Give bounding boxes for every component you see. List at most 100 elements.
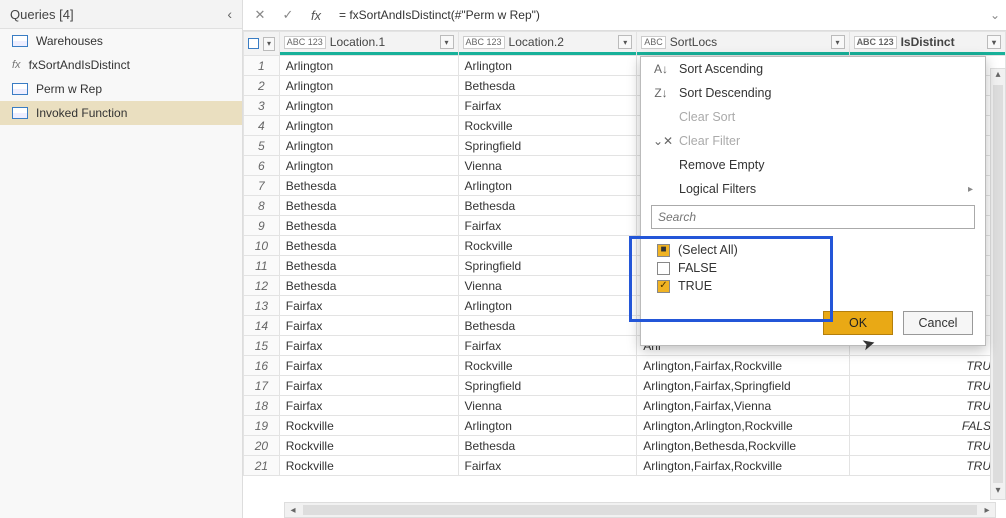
vertical-scrollbar[interactable]: ▴ ▾ — [990, 68, 1006, 500]
cell-isdistinct[interactable]: TRUE — [849, 456, 1005, 476]
row-number-cell[interactable]: 16 — [244, 356, 280, 376]
cell-location2[interactable]: Bethesda — [458, 436, 637, 456]
cell-location2[interactable]: Vienna — [458, 276, 637, 296]
cell-sortlocs[interactable]: Arlington,Fairfax,Vienna — [637, 396, 849, 416]
table-row[interactable]: 16FairfaxRockvilleArlington,Fairfax,Rock… — [244, 356, 1006, 376]
scroll-thumb[interactable] — [993, 85, 1003, 483]
cell-location1[interactable]: Arlington — [279, 136, 458, 156]
cell-location2[interactable]: Springfield — [458, 376, 637, 396]
ok-button[interactable]: OK — [823, 311, 893, 335]
filter-select-all[interactable]: ■ (Select All) — [657, 241, 969, 259]
row-number-cell[interactable]: 6 — [244, 156, 280, 176]
cell-location1[interactable]: Bethesda — [279, 236, 458, 256]
query-item-fxsortandisdistinct[interactable]: fxfxSortAndIsDistinct — [0, 53, 242, 77]
sort-ascending-item[interactable]: A↓ Sort Ascending — [641, 57, 985, 81]
formula-cancel-icon[interactable]: ✕ — [249, 4, 271, 26]
row-number-cell[interactable]: 4 — [244, 116, 280, 136]
row-number-cell[interactable]: 2 — [244, 76, 280, 96]
cell-sortlocs[interactable]: Arlington,Fairfax,Rockville — [637, 456, 849, 476]
row-number-cell[interactable]: 5 — [244, 136, 280, 156]
cell-isdistinct[interactable]: FALSE — [849, 416, 1005, 436]
cell-isdistinct[interactable]: TRUE — [849, 376, 1005, 396]
formula-expand-icon[interactable]: ⌄ — [990, 8, 1000, 22]
cell-location1[interactable]: Fairfax — [279, 336, 458, 356]
col-filter-caret[interactable]: ▾ — [440, 35, 454, 49]
table-row[interactable]: 19RockvilleArlingtonArlington,Arlington,… — [244, 416, 1006, 436]
cell-location1[interactable]: Bethesda — [279, 196, 458, 216]
col-filter-caret[interactable]: ▾ — [618, 35, 632, 49]
row-number-cell[interactable]: 19 — [244, 416, 280, 436]
col-filter-caret[interactable]: ▾ — [831, 35, 845, 49]
cancel-button[interactable]: Cancel — [903, 311, 973, 335]
collapse-pane-icon[interactable]: ‹ — [227, 6, 232, 22]
cell-location1[interactable]: Rockville — [279, 416, 458, 436]
row-number-cell[interactable]: 18 — [244, 396, 280, 416]
cell-location2[interactable]: Bethesda — [458, 76, 637, 96]
cell-location1[interactable]: Fairfax — [279, 356, 458, 376]
row-number-cell[interactable]: 21 — [244, 456, 280, 476]
query-item-perm-w-rep[interactable]: Perm w Rep — [0, 77, 242, 101]
cell-isdistinct[interactable]: TRUE — [849, 396, 1005, 416]
cell-sortlocs[interactable]: Arlington,Bethesda,Rockville — [637, 436, 849, 456]
cell-location2[interactable]: Springfield — [458, 136, 637, 156]
row-number-cell[interactable]: 20 — [244, 436, 280, 456]
row-number-cell[interactable]: 8 — [244, 196, 280, 216]
cell-location2[interactable]: Rockville — [458, 356, 637, 376]
cell-location1[interactable]: Arlington — [279, 76, 458, 96]
row-number-cell[interactable]: 13 — [244, 296, 280, 316]
scroll-left-icon[interactable]: ◂ — [285, 505, 301, 516]
table-row[interactable]: 17FairfaxSpringfieldArlington,Fairfax,Sp… — [244, 376, 1006, 396]
cell-location1[interactable]: Rockville — [279, 456, 458, 476]
col-filter-caret[interactable]: ▾ — [987, 35, 1001, 49]
cell-location2[interactable]: Bethesda — [458, 316, 637, 336]
cell-location1[interactable]: Arlington — [279, 96, 458, 116]
sort-descending-item[interactable]: Z↓ Sort Descending — [641, 81, 985, 105]
horizontal-scrollbar[interactable]: ◂ ▸ — [284, 502, 996, 518]
cell-location2[interactable]: Vienna — [458, 156, 637, 176]
cell-location1[interactable]: Fairfax — [279, 296, 458, 316]
cell-sortlocs[interactable]: Arlington,Fairfax,Rockville — [637, 356, 849, 376]
scroll-up-icon[interactable]: ▴ — [995, 69, 1000, 83]
col-header-location2[interactable]: ABC 123 Location.2 ▾ — [458, 32, 637, 56]
cell-location1[interactable]: Bethesda — [279, 276, 458, 296]
row-index-header[interactable]: ▾ — [244, 32, 280, 56]
row-number-cell[interactable]: 1 — [244, 56, 280, 76]
checkbox-unchecked-icon[interactable] — [657, 262, 670, 275]
cell-location1[interactable]: Bethesda — [279, 176, 458, 196]
table-menu-caret[interactable]: ▾ — [263, 37, 274, 51]
table-row[interactable]: 20RockvilleBethesdaArlington,Bethesda,Ro… — [244, 436, 1006, 456]
cell-isdistinct[interactable]: TRUE — [849, 356, 1005, 376]
cell-location1[interactable]: Bethesda — [279, 216, 458, 236]
cell-location2[interactable]: Rockville — [458, 236, 637, 256]
cell-location2[interactable]: Fairfax — [458, 96, 637, 116]
cell-location1[interactable]: Fairfax — [279, 376, 458, 396]
logical-filters-item[interactable]: Logical Filters ▸ — [641, 177, 985, 201]
cell-location1[interactable]: Arlington — [279, 116, 458, 136]
col-header-sortlocs[interactable]: ABC SortLocs ▾ — [637, 32, 849, 56]
scroll-thumb[interactable] — [303, 505, 977, 515]
row-number-cell[interactable]: 9 — [244, 216, 280, 236]
cell-location2[interactable]: Vienna — [458, 396, 637, 416]
row-number-cell[interactable]: 7 — [244, 176, 280, 196]
filter-option-false[interactable]: FALSE — [657, 259, 969, 277]
query-item-invoked-function[interactable]: Invoked Function — [0, 101, 242, 125]
scroll-down-icon[interactable]: ▾ — [995, 485, 1000, 499]
row-number-cell[interactable]: 3 — [244, 96, 280, 116]
cell-sortlocs[interactable]: Arlington,Arlington,Rockville — [637, 416, 849, 436]
filter-option-true[interactable]: ✓ TRUE — [657, 277, 969, 295]
col-header-isdistinct[interactable]: ABC 123 IsDistinct ▾ — [849, 32, 1005, 56]
query-item-warehouses[interactable]: Warehouses — [0, 29, 242, 53]
formula-input[interactable] — [333, 4, 1000, 26]
cell-location2[interactable]: Arlington — [458, 176, 637, 196]
table-row[interactable]: 18FairfaxViennaArlington,Fairfax,ViennaT… — [244, 396, 1006, 416]
cell-location2[interactable]: Springfield — [458, 256, 637, 276]
row-number-cell[interactable]: 15 — [244, 336, 280, 356]
cell-location1[interactable]: Rockville — [279, 436, 458, 456]
cell-location1[interactable]: Fairfax — [279, 396, 458, 416]
row-number-cell[interactable]: 10 — [244, 236, 280, 256]
cell-location2[interactable]: Arlington — [458, 296, 637, 316]
row-number-cell[interactable]: 11 — [244, 256, 280, 276]
fx-icon[interactable]: fx — [305, 4, 327, 26]
cell-location1[interactable]: Bethesda — [279, 256, 458, 276]
cell-location2[interactable]: Arlington — [458, 416, 637, 436]
